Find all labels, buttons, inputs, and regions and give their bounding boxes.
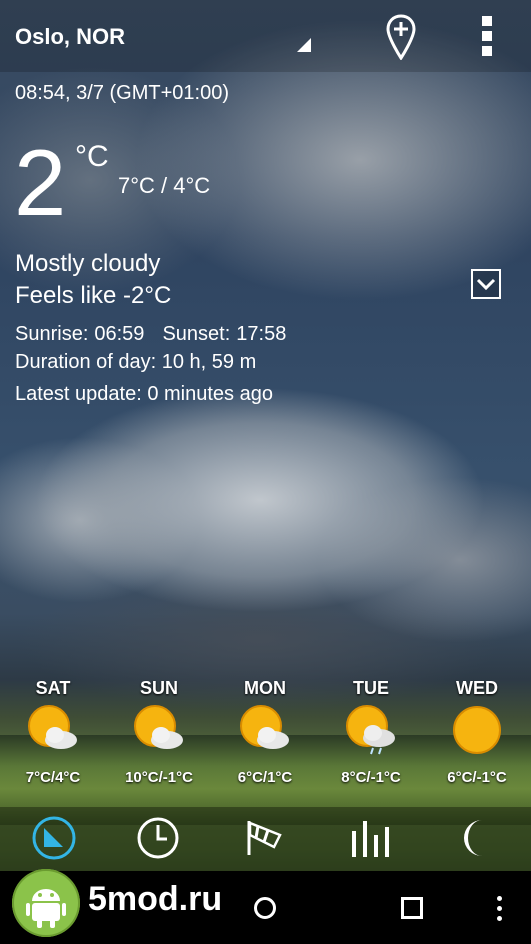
forecast-day[interactable]: WED 6°C/-1°C bbox=[432, 676, 522, 786]
forecast-day[interactable]: TUE 8°C/-1°C bbox=[326, 676, 416, 786]
forecast-range: 8°C/-1°C bbox=[341, 769, 401, 786]
partly-cloudy-rain-icon bbox=[346, 705, 395, 755]
android-robot-icon bbox=[26, 889, 66, 928]
windsock-icon[interactable] bbox=[240, 813, 290, 863]
overview-icon[interactable] bbox=[29, 813, 79, 863]
forecast-day-name: SUN bbox=[139, 678, 178, 698]
overflow-menu-icon[interactable] bbox=[480, 16, 494, 58]
watermark-text: 5mod.ru bbox=[88, 880, 223, 918]
overflow-dots-icon[interactable] bbox=[497, 896, 503, 922]
temperature-unit: °C bbox=[75, 140, 109, 173]
daily-forecast: SAT 7°C/4°C SUN 10°C/-1°C MON 6°C/1°C TU… bbox=[0, 676, 531, 786]
forecast-day[interactable]: MON 6°C/1°C bbox=[220, 676, 310, 786]
chevron-down-icon bbox=[476, 278, 496, 291]
sun-times: Sunrise: 06:59 Sunset: 17:58 bbox=[15, 323, 292, 346]
watermark-android-logo bbox=[12, 869, 80, 937]
datetime-label: 08:54, 3/7 (GMT+01:00) bbox=[15, 82, 230, 104]
partly-cloudy-icon bbox=[240, 705, 289, 749]
sunset-label: Sunset: bbox=[162, 323, 231, 345]
forecast-day[interactable]: SUN 10°C/-1°C bbox=[114, 676, 204, 786]
forecast-day-name: SAT bbox=[35, 678, 71, 698]
recent-apps-button[interactable] bbox=[401, 897, 423, 919]
city-dropdown-icon[interactable] bbox=[297, 38, 311, 52]
bar-chart-icon[interactable] bbox=[347, 813, 397, 863]
moon-icon[interactable] bbox=[452, 813, 502, 863]
forecast-day[interactable]: SAT 7°C/4°C bbox=[8, 676, 98, 786]
expand-details-button[interactable] bbox=[471, 269, 501, 299]
sunset-time: 17:58 bbox=[236, 323, 287, 345]
partly-cloudy-icon bbox=[28, 705, 77, 749]
city-name[interactable]: Oslo, NOR bbox=[15, 24, 125, 50]
feels-like: Feels like -2°C bbox=[15, 282, 172, 309]
forecast-day-name: WED bbox=[456, 678, 498, 698]
clock-icon[interactable] bbox=[133, 813, 183, 863]
forecast-range: 6°C/1°C bbox=[237, 769, 293, 786]
add-location-pin-icon[interactable] bbox=[386, 14, 416, 60]
forecast-day-name: TUE bbox=[353, 678, 389, 698]
sunrise-time: 06:59 bbox=[94, 323, 145, 345]
weather-condition: Mostly cloudy bbox=[15, 250, 161, 277]
partly-cloudy-icon bbox=[134, 705, 183, 749]
forecast-range: 10°C/-1°C bbox=[125, 769, 193, 786]
forecast-range: 7°C/4°C bbox=[25, 769, 81, 786]
current-temperature: 2 bbox=[14, 130, 66, 235]
sunrise-label: Sunrise: bbox=[15, 323, 89, 345]
latest-update: Latest update: 0 minutes ago bbox=[15, 383, 273, 405]
sunny-icon bbox=[453, 706, 501, 754]
home-button[interactable] bbox=[254, 897, 276, 919]
forecast-day-name: MON bbox=[244, 678, 286, 698]
day-duration: Duration of day: 10 h, 59 m bbox=[15, 351, 257, 373]
forecast-range: 6°C/-1°C bbox=[447, 769, 507, 786]
high-low-temperature: 7°C / 4°C bbox=[118, 173, 211, 198]
